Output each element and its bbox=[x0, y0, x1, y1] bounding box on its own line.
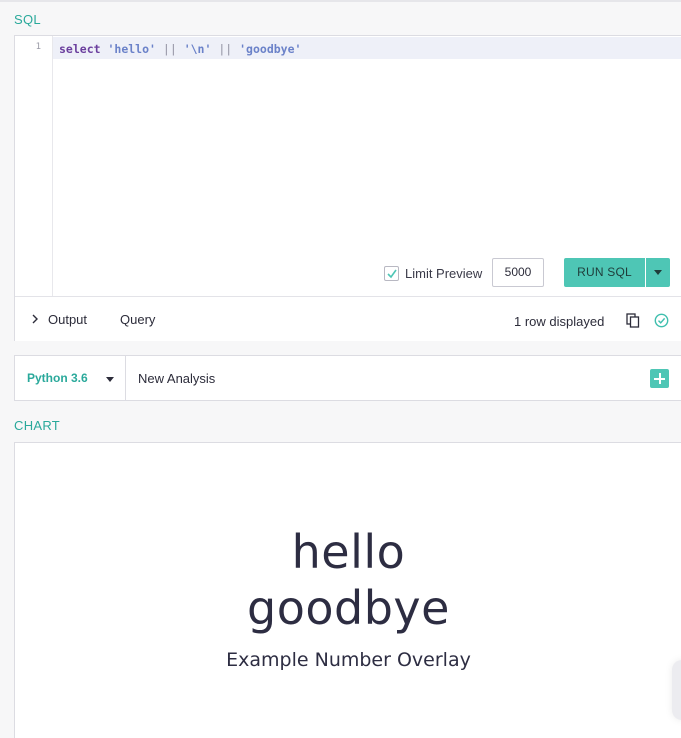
run-sql-button[interactable]: RUN SQL bbox=[564, 258, 645, 287]
copy-icon[interactable] bbox=[626, 313, 640, 328]
rows-displayed-status: 1 row displayed bbox=[514, 314, 605, 329]
sql-string: 'goodbye' bbox=[239, 42, 302, 56]
tab-query[interactable]: Query bbox=[120, 312, 155, 327]
kernel-select[interactable]: Python 3.6 bbox=[15, 356, 126, 400]
check-circle-icon bbox=[654, 313, 669, 328]
run-options-dropdown[interactable] bbox=[646, 258, 670, 287]
checkmark-icon bbox=[387, 269, 397, 279]
sql-operator: || bbox=[162, 42, 177, 56]
overlay-value-line-2: goodbye bbox=[247, 581, 450, 635]
sql-editor[interactable]: 1 select 'hello' || '\n' || 'goodbye' bbox=[15, 36, 681, 296]
line-number: 1 bbox=[35, 42, 41, 52]
analysis-toolbar: Python 3.6 New Analysis bbox=[14, 355, 681, 401]
limit-preview-row: Limit Preview 5000 RUN SQL bbox=[14, 258, 681, 288]
floating-panel-edge bbox=[672, 660, 681, 720]
sql-keyword: select bbox=[59, 42, 101, 56]
chevron-right-icon[interactable] bbox=[30, 313, 40, 325]
chart-panel: hello goodbye Example Number Overlay bbox=[14, 442, 681, 738]
sql-string: 'hello' bbox=[107, 42, 156, 56]
top-divider bbox=[0, 0, 681, 2]
sql-operator: || bbox=[218, 42, 233, 56]
sql-section-label: SQL bbox=[14, 12, 41, 27]
chart-section-label: CHART bbox=[14, 418, 61, 433]
limit-preview-label: Limit Preview bbox=[405, 266, 483, 281]
output-bar: Output Query 1 row displayed bbox=[15, 296, 681, 341]
tab-output[interactable]: Output bbox=[48, 312, 87, 327]
limit-preview-checkbox[interactable] bbox=[384, 266, 399, 281]
overlay-value-line-1: hello bbox=[291, 525, 406, 579]
limit-preview-input[interactable]: 5000 bbox=[492, 258, 544, 287]
kernel-label: Python 3.6 bbox=[27, 371, 88, 385]
sql-panel: 1 select 'hello' || '\n' || 'goodbye' Li… bbox=[14, 35, 681, 341]
sql-string: '\n' bbox=[183, 42, 212, 56]
sql-code-line[interactable]: select 'hello' || '\n' || 'goodbye' bbox=[59, 42, 301, 56]
overlay-caption: Example Number Overlay bbox=[226, 649, 471, 671]
analysis-name[interactable]: New Analysis bbox=[138, 371, 215, 386]
add-analysis-button[interactable] bbox=[650, 369, 669, 388]
caret-down-icon bbox=[106, 377, 114, 382]
line-gutter: 1 bbox=[15, 36, 53, 296]
